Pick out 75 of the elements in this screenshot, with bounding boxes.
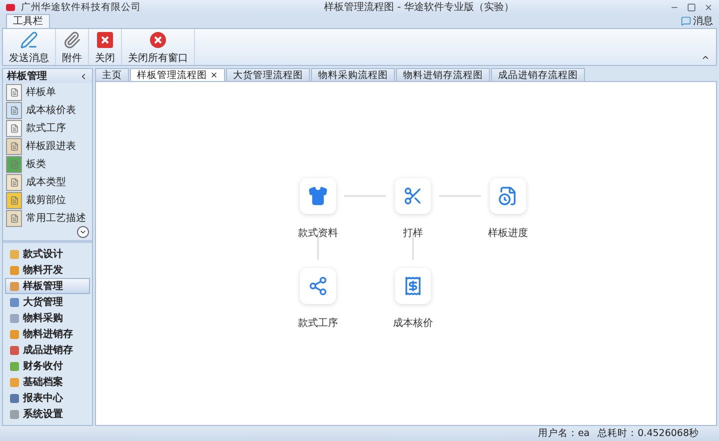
sidebar-title: 样板管理	[7, 70, 47, 83]
paperclip-icon	[63, 31, 81, 49]
maximize-icon[interactable]	[687, 2, 696, 12]
flow-node[interactable]	[300, 178, 336, 214]
node-label: 样板进度	[488, 226, 528, 240]
document-icon	[6, 102, 22, 118]
scissors-icon	[403, 186, 423, 206]
flow-node[interactable]	[395, 178, 431, 214]
network-icon	[308, 276, 328, 296]
ribbon-tab[interactable]: 工具栏	[6, 14, 50, 28]
message-button[interactable]: 消息	[681, 14, 713, 28]
sidebar-item[interactable]: 常用工艺描述	[3, 209, 92, 227]
document-icon	[6, 84, 22, 100]
document-icon	[6, 174, 22, 190]
close-icon	[96, 31, 114, 49]
sidebar-item[interactable]: 样板跟进表	[3, 137, 92, 155]
sidebar-item[interactable]: 板类	[3, 155, 92, 173]
document-tab[interactable]: 样板管理流程图	[130, 68, 225, 81]
shirt-icon	[308, 186, 328, 206]
nav-item[interactable]: 物料开发	[5, 262, 90, 278]
document-icon	[6, 192, 22, 208]
sidebar-item[interactable]: 款式工序	[3, 119, 92, 137]
nav-item[interactable]: 系统设置	[5, 406, 90, 422]
close-icon	[149, 31, 167, 49]
document-tab[interactable]: 物料进销存流程图	[396, 68, 490, 81]
company-name: 广州华途软件科技有限公司	[21, 0, 141, 14]
sidebar-item[interactable]: 样板单	[3, 83, 92, 101]
nav-item[interactable]: 大货管理	[5, 294, 90, 310]
nav-item[interactable]: 财务收付	[5, 358, 90, 374]
flow-node[interactable]	[490, 178, 526, 214]
node-label: 打样	[403, 226, 423, 240]
connector-line	[439, 195, 481, 197]
connector-line	[412, 232, 414, 260]
app-logo-icon	[6, 4, 15, 10]
pen-icon	[20, 31, 38, 49]
document-tab[interactable]: 大货管理流程图	[226, 68, 310, 81]
document-clock-icon	[498, 186, 518, 206]
receipt-icon	[403, 276, 423, 296]
elapsed-time: 总耗时：0.4526068秒	[598, 427, 699, 440]
nav-item[interactable]: 物料采购	[5, 310, 90, 326]
nav-item[interactable]: 物料进销存	[5, 326, 90, 342]
nav-item[interactable]: 基础档案	[5, 374, 90, 390]
close-icon[interactable]	[210, 71, 218, 79]
document-tab[interactable]: 物料采购流程图	[311, 68, 395, 81]
ribbon-button[interactable]: 关闭所有窗口	[122, 29, 195, 65]
ribbon-button[interactable]: 发送消息	[3, 29, 56, 65]
node-label: 成本核价	[393, 316, 433, 330]
collapse-icon[interactable]	[79, 72, 88, 80]
sidebar-item[interactable]: 成本核价表	[3, 101, 92, 119]
node-label: 款式工序	[298, 316, 338, 330]
document-icon	[6, 156, 22, 172]
connector-line	[344, 195, 386, 197]
document-tab[interactable]: 主页	[95, 68, 129, 81]
nav-item[interactable]: 成品进销存	[5, 342, 90, 358]
flow-node[interactable]	[300, 268, 336, 304]
window-title: 样板管理流程图 - 华途软件专业版（实验）	[324, 0, 514, 14]
chat-icon	[681, 16, 691, 26]
ribbon-button[interactable]: 关闭	[89, 29, 122, 65]
document-icon	[6, 120, 22, 136]
connector-line	[317, 232, 319, 260]
nav-item[interactable]: 样板管理	[5, 278, 90, 294]
nav-item[interactable]: 报表中心	[5, 390, 90, 406]
sidebar-item[interactable]: 裁剪部位	[3, 191, 92, 209]
ribbon-button[interactable]: 附件	[56, 29, 89, 65]
scroll-down-icon[interactable]	[77, 226, 89, 238]
sidebar-item[interactable]: 成本类型	[3, 173, 92, 191]
flow-node[interactable]	[395, 268, 431, 304]
document-icon	[6, 210, 22, 226]
collapse-icon[interactable]	[701, 53, 710, 62]
node-label: 款式资料	[298, 226, 338, 240]
user-name: 用户名：ea	[538, 427, 590, 440]
nav-item[interactable]: 款式设计	[5, 246, 90, 262]
document-tab[interactable]: 成品进销存流程图	[491, 68, 585, 81]
close-icon[interactable]	[704, 2, 713, 12]
document-icon	[6, 138, 22, 154]
